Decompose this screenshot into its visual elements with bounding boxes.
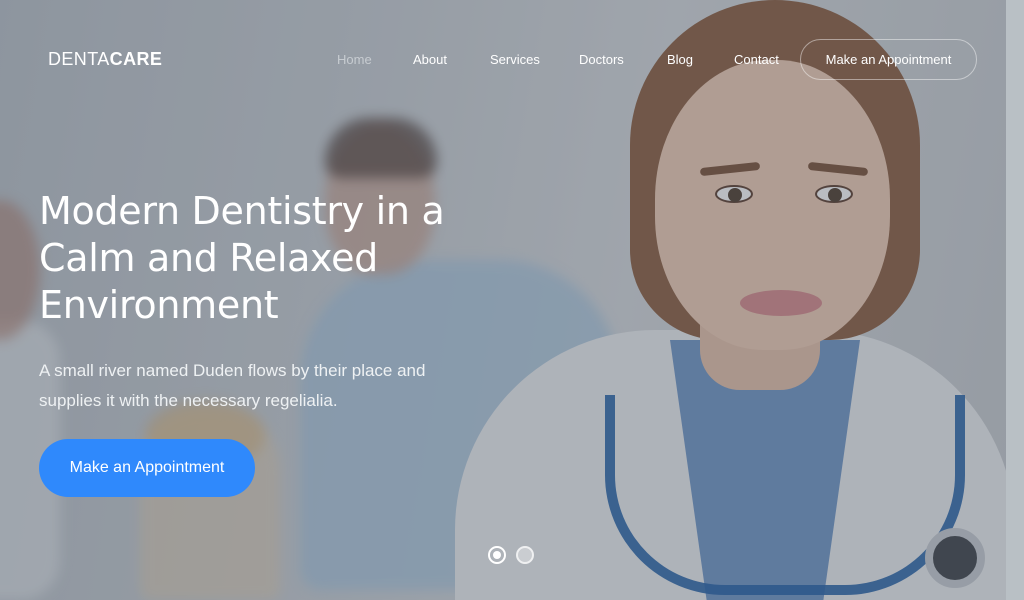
page-edge	[1006, 0, 1024, 600]
nav-item-home[interactable]: Home	[337, 52, 372, 67]
hero-banner: DENTACARE Home About Services Doctors Bl…	[0, 0, 1024, 600]
hero-subtext: A small river named Duden flows by their…	[39, 361, 426, 410]
nav-appointment-button[interactable]: Make an Appointment	[800, 39, 977, 80]
slide-dot-2[interactable]	[516, 546, 534, 564]
hero-headline: Modern Dentistry in a Calm and Relaxed E…	[39, 189, 445, 327]
hero-appointment-button[interactable]: Make an Appointment	[39, 439, 255, 497]
nav-item-contact[interactable]: Contact	[734, 52, 779, 67]
nav-item-doctors[interactable]: Doctors	[579, 52, 624, 67]
nav-item-about[interactable]: About	[413, 52, 447, 67]
slide-dot-1[interactable]	[488, 546, 506, 564]
nav-item-blog[interactable]: Blog	[667, 52, 693, 67]
nav-item-services[interactable]: Services	[490, 52, 540, 67]
